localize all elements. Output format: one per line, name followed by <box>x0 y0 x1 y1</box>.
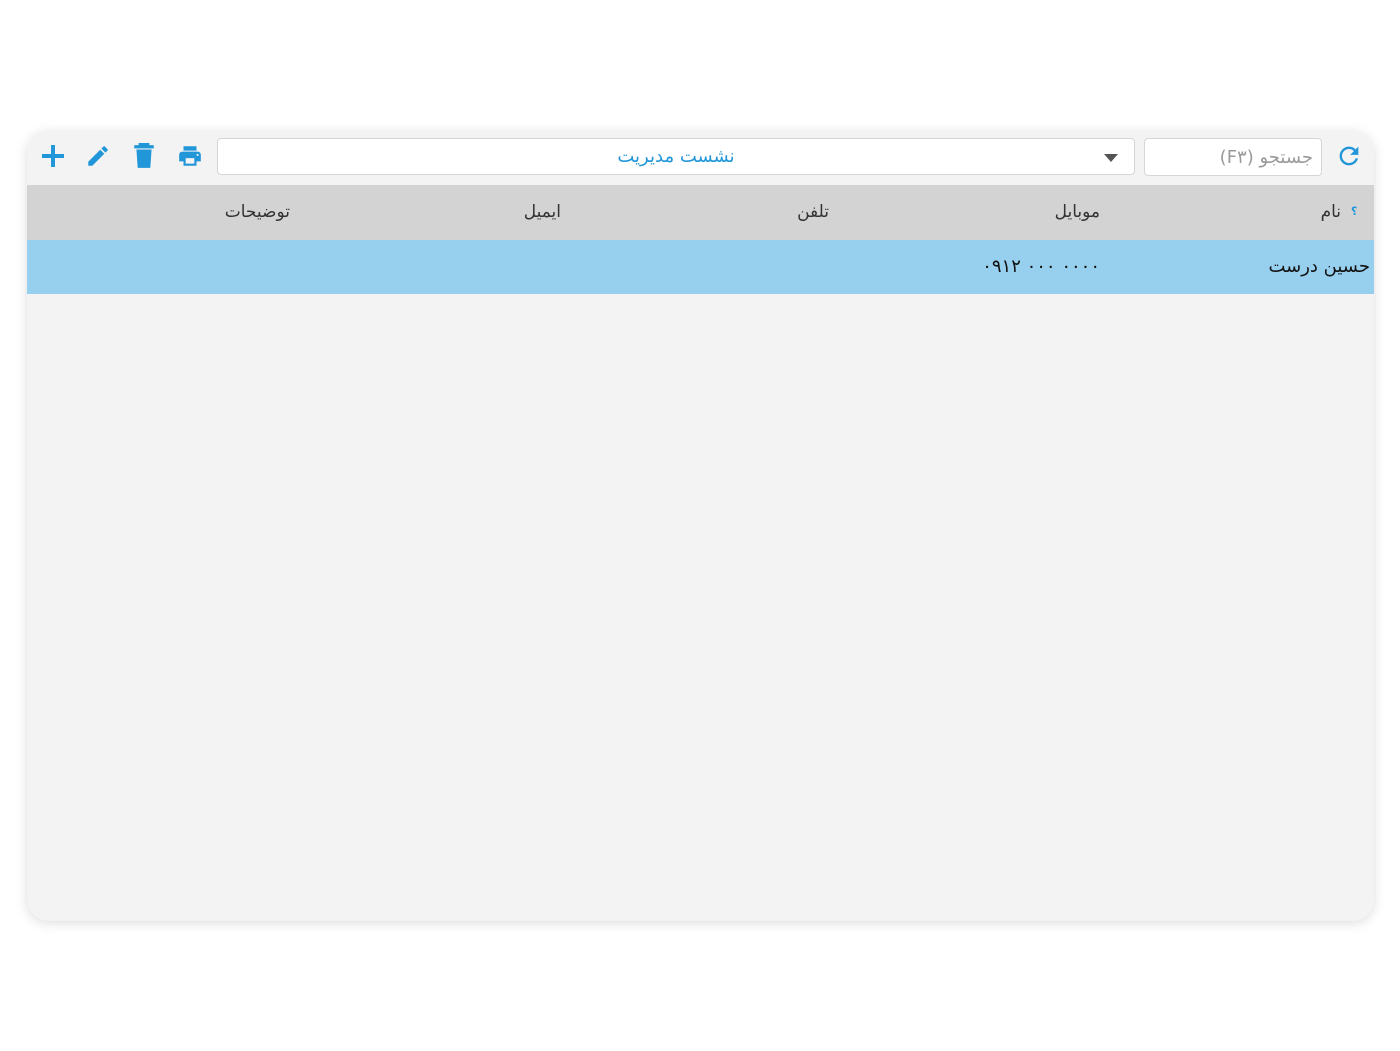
delete-button[interactable] <box>126 140 162 172</box>
search-input[interactable] <box>1144 138 1322 176</box>
help-icon[interactable]: ؟ <box>1351 205 1357 218</box>
add-button[interactable] <box>35 140 71 172</box>
column-header-email[interactable]: ایمیل <box>524 185 561 240</box>
refresh-button[interactable] <box>1335 142 1363 170</box>
edit-button[interactable] <box>80 140 116 172</box>
chevron-down-icon <box>1104 154 1118 162</box>
column-header-phone[interactable]: تلفن <box>797 185 829 240</box>
cell-name: حسین درست <box>1268 256 1370 277</box>
table-header: ؟ نام موبایل تلفن ایمیل توضیحات <box>27 185 1374 240</box>
plus-icon <box>42 145 64 167</box>
column-header-name[interactable]: نام <box>1321 185 1341 240</box>
session-select[interactable]: نشست مدیریت <box>217 138 1135 175</box>
column-header-mobile[interactable]: موبایل <box>1055 185 1100 240</box>
contacts-panel: نشست مدیریت ؟ نام موبایل تلفن ایمیل توضی… <box>27 131 1374 921</box>
column-header-notes[interactable]: توضیحات <box>225 185 290 240</box>
refresh-icon <box>1339 146 1359 166</box>
printer-icon <box>179 146 201 166</box>
print-button[interactable] <box>172 140 208 172</box>
cell-mobile: ۰۹۱۲ ۰۰۰ ۰۰۰۰ <box>982 256 1100 277</box>
session-select-value: نشست مدیریت <box>617 146 735 167</box>
trash-icon <box>134 143 154 168</box>
pencil-icon <box>88 146 108 166</box>
toolbar: نشست مدیریت <box>27 131 1374 185</box>
table-row[interactable]: حسین درست ۰۹۱۲ ۰۰۰ ۰۰۰۰ <box>27 240 1374 294</box>
